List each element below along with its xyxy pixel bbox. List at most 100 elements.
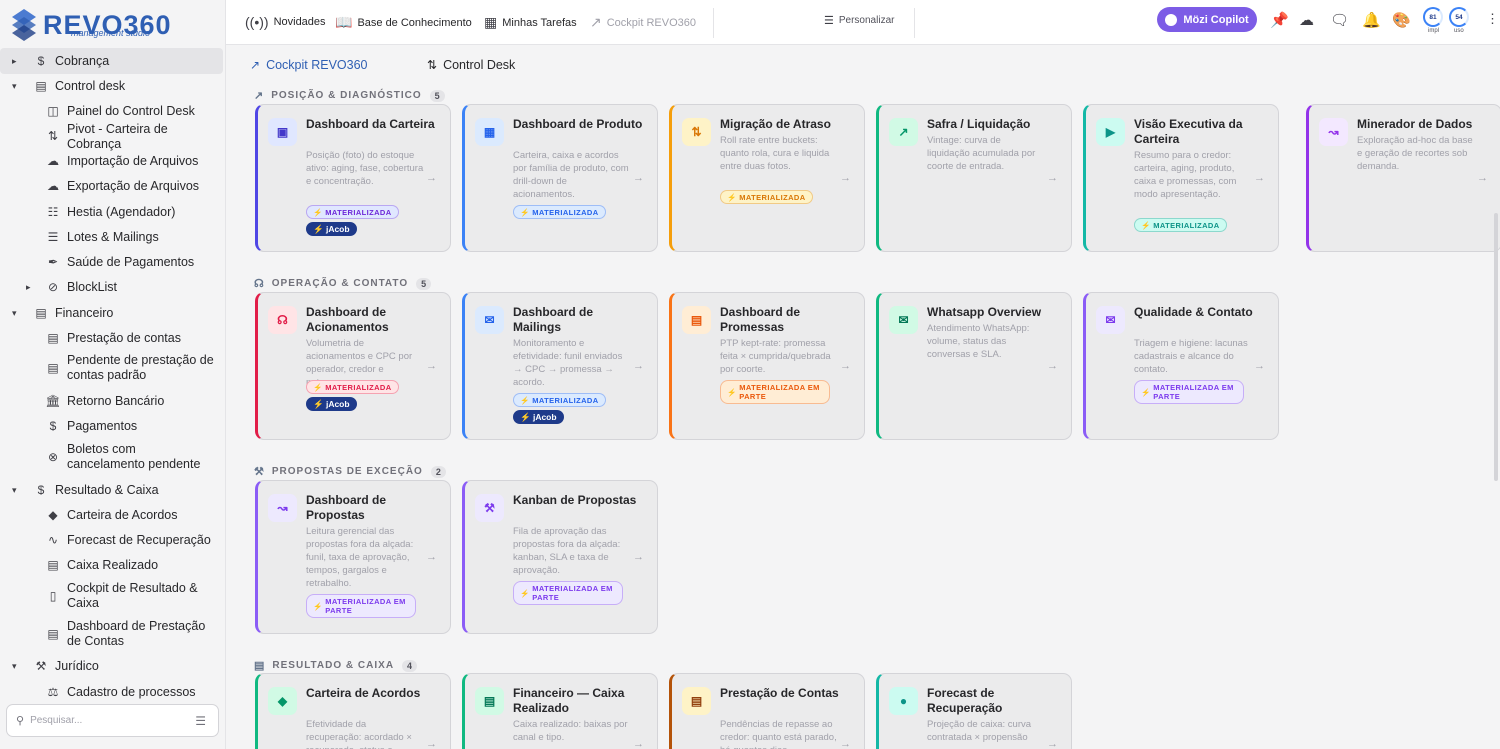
sidebar-item-boletos-com-cancelamento-pendente[interactable]: ⊗ Boletos com cancelamento pendente [0, 439, 223, 475]
arrow-right-icon[interactable]: → [426, 172, 437, 184]
arrow-right-icon[interactable]: → [426, 738, 437, 749]
scrollbar[interactable] [1494, 213, 1498, 481]
sidebar-item-importa-o-de-arquivos[interactable]: ☁ Importação de Arquivos [0, 149, 223, 174]
revo-logo-icon [12, 9, 36, 41]
sidebar-item-caixa-realizado[interactable]: ▤ Caixa Realizado [0, 553, 223, 578]
dashboard-card[interactable]: ⚒ Kanban de Propostas Fila de aprovação da… [462, 480, 658, 634]
dashboard-card[interactable]: ☊ Dashboard de Acionamentos Volumetria de … [255, 292, 451, 440]
personalize-button[interactable]: ☰ Personalizar [824, 14, 894, 27]
arrow-right-icon[interactable]: → [1254, 172, 1265, 184]
arrow-right-icon[interactable]: → [1254, 360, 1265, 372]
sidebar-item-carteira-de-acordos[interactable]: ◆ Carteira de Acordos [0, 503, 223, 528]
card-title: Prestação de Contas [720, 686, 839, 700]
dashboard-card[interactable]: ◆ Carteira de Acordos Efetividade da recup… [255, 673, 451, 749]
status-badge: ⚡ MATERIALIZADA EM PARTE [513, 581, 623, 605]
chevron-down-icon[interactable]: ▾ [12, 306, 17, 321]
card-icon: ↗ [889, 118, 918, 146]
dashboard-card[interactable]: ● Forecast de Recuperação Projeção de caix… [876, 673, 1072, 749]
card-icon: ● [889, 687, 918, 715]
impl-gauge[interactable]: 81 [1423, 7, 1443, 27]
personalize-label: Personalizar [838, 15, 895, 26]
topbar-novidades[interactable]: ((•)) Novidades [245, 14, 326, 30]
dashboard-card[interactable]: ▤ Prestação de Contas Pendências de repass… [669, 673, 865, 749]
sidebar-item-label: Importação de Arquivos [67, 154, 199, 168]
sidebar-item-lotes-mailings[interactable]: ☰ Lotes & Mailings [0, 225, 223, 250]
filter-icon[interactable]: ☰ [195, 714, 206, 728]
sidebar-item-retorno-banc-rio[interactable]: 🏛 Retorno Bancário [0, 389, 223, 414]
copilot-button[interactable]: Mözi Copilot [1157, 7, 1257, 32]
dashboard-card[interactable]: ▣ Dashboard da Carteira Posição (foto) do … [255, 104, 451, 252]
cloud-download-icon: ☁ [47, 179, 59, 193]
dashboard-card[interactable]: ✉ Whatsapp Overview Atendimento WhatsApp: … [876, 292, 1072, 440]
topbar-label: Cockpit REVO360 [606, 16, 696, 29]
uso-gauge[interactable]: 54 [1449, 7, 1469, 27]
arrow-right-icon[interactable]: → [633, 172, 644, 184]
arrow-right-icon[interactable]: → [840, 172, 851, 184]
tab-control-desk[interactable]: ⇅ Control Desk [427, 58, 515, 72]
sidebar-item-forecast-de-recupera-o[interactable]: ∿ Forecast de Recuperação [0, 528, 223, 553]
sidebar-item-hestia-agendador[interactable]: ☷ Hestia (Agendador) [0, 200, 223, 225]
dashboard-card[interactable]: ✉ Qualidade & Contato Triagem e higiene: l… [1083, 292, 1279, 440]
sidebar-item-pivot-carteira-de-cobran-a[interactable]: ⇅ Pivot - Carteira de Cobrança [0, 122, 223, 151]
arrow-right-icon[interactable]: → [633, 551, 644, 563]
more-vertical-icon[interactable]: ⋮ [1486, 11, 1499, 27]
dashboard-card[interactable]: ↝ Minerador de Dados Exploração ad-hoc da … [1306, 104, 1500, 252]
chat-icon[interactable]: 🗨 [1330, 11, 1349, 29]
tab-cockpit[interactable]: ↗ Cockpit REVO360 [250, 58, 368, 72]
arrow-right-icon[interactable]: → [426, 360, 437, 372]
search-input[interactable]: Pesquisar... [30, 715, 195, 726]
arrow-right-icon[interactable]: → [840, 738, 851, 749]
arrow-right-icon[interactable]: → [1477, 172, 1488, 184]
chevron-down-icon[interactable]: ▾ [12, 659, 17, 674]
topbar-minhas-tarefas[interactable]: ▦ Minhas Tarefas [484, 14, 577, 31]
sidebar-item-cadastro-de-processos[interactable]: ⚖ Cadastro de processos [0, 680, 223, 700]
bell-icon[interactable]: 🔔 [1362, 11, 1381, 29]
sidebar-item-resultado-caixa[interactable]: ▾ $ Resultado & Caixa [0, 478, 223, 503]
sidebar-item-cobran-a[interactable]: ▸ $ Cobrança [0, 48, 223, 74]
arrow-right-icon[interactable]: → [633, 360, 644, 372]
dashboard-card[interactable]: ↝ Dashboard de Propostas Leitura gerencial… [255, 480, 451, 634]
sidebar-item-pagamentos[interactable]: $ Pagamentos [0, 414, 223, 439]
sidebar-search[interactable]: ⚲ Pesquisar... ☰ [6, 704, 219, 737]
chevron-right-icon[interactable]: ▸ [26, 280, 31, 295]
topbar-base-conhecimento[interactable]: 📖 Base de Conhecimento [335, 14, 472, 31]
sidebar-item-dashboard-de-presta-o-de-contas[interactable]: ▤ Dashboard de Prestação de Contas [0, 616, 223, 652]
arrow-right-icon[interactable]: → [426, 551, 437, 563]
dashboard-card[interactable]: ▤ Dashboard de Promessas PTP kept-rate: pr… [669, 292, 865, 440]
arrow-right-icon[interactable]: → [633, 738, 644, 749]
coin-icon: $ [37, 483, 45, 497]
topbar-cockpit[interactable]: ↗ Cockpit REVO360 [590, 14, 696, 31]
arrow-right-icon[interactable]: → [840, 360, 851, 372]
brand-logo[interactable]: REVO360 [8, 5, 172, 45]
cloud-icon[interactable]: ☁ [1299, 11, 1314, 29]
chevron-right-icon[interactable]: ▸ [12, 54, 17, 69]
sidebar-item-sa-de-de-pagamentos[interactable]: ✒ Saúde de Pagamentos [0, 250, 223, 275]
swap-icon: ⇅ [427, 58, 438, 72]
dashboard-card[interactable]: ▶ Visão Executiva da Carteira Resumo para … [1083, 104, 1279, 252]
sidebar-item-painel-do-control-desk[interactable]: ◫ Painel do Control Desk [0, 99, 223, 124]
dashboard-card[interactable]: ▦ Dashboard de Produto Carteira, caixa e a… [462, 104, 658, 252]
sidebar-item-financeiro[interactable]: ▾ ▤ Financeiro [0, 301, 223, 326]
dashboard-card[interactable]: ▤ Financeiro — Caixa Realizado Caixa reali… [462, 673, 658, 749]
palette-icon[interactable]: 🎨 [1392, 11, 1411, 29]
arrow-right-icon[interactable]: → [1047, 738, 1058, 749]
dashboard-card[interactable]: ⇅ Migração de Atraso Roll rate entre bucke… [669, 104, 865, 252]
sidebar-item-exporta-o-de-arquivos[interactable]: ☁ Exportação de Arquivos [0, 174, 223, 199]
chevron-down-icon[interactable]: ▾ [12, 483, 17, 498]
sidebar-item-control-desk[interactable]: ▾ ▤ Control desk [0, 74, 223, 99]
sidebar-item-label: BlockList [67, 280, 118, 294]
status-badge: ⚡ MATERIALIZADA [720, 190, 813, 204]
sidebar-item-pendente-de-presta-o-de-contas-padr-o[interactable]: ▤ Pendente de prestação de contas padrão [0, 350, 223, 386]
tab-label: Cockpit REVO360 [266, 58, 368, 72]
sidebar-item-cockpit-de-resultado-caixa[interactable]: ▯ Cockpit de Resultado & Caixa [0, 578, 223, 614]
pin-icon[interactable]: 📌 [1270, 11, 1289, 29]
sidebar-item-jur-dico[interactable]: ▾ ⚒ Jurídico [0, 654, 223, 679]
card-title: Carteira de Acordos [306, 686, 421, 700]
dashboard-card[interactable]: ↗ Safra / Liquidação Vintage: curva de liq… [876, 104, 1072, 252]
arrow-right-icon[interactable]: → [1047, 172, 1058, 184]
chevron-down-icon[interactable]: ▾ [12, 79, 17, 94]
dashboard-card[interactable]: ✉ Dashboard de Mailings Monitoramento e ef… [462, 292, 658, 440]
sidebar-item-blocklist[interactable]: ▸ ⊘ BlockList [0, 275, 223, 300]
arrow-right-icon[interactable]: → [1047, 360, 1058, 372]
sidebar-item-presta-o-de-contas[interactable]: ▤ Prestação de contas [0, 326, 223, 351]
